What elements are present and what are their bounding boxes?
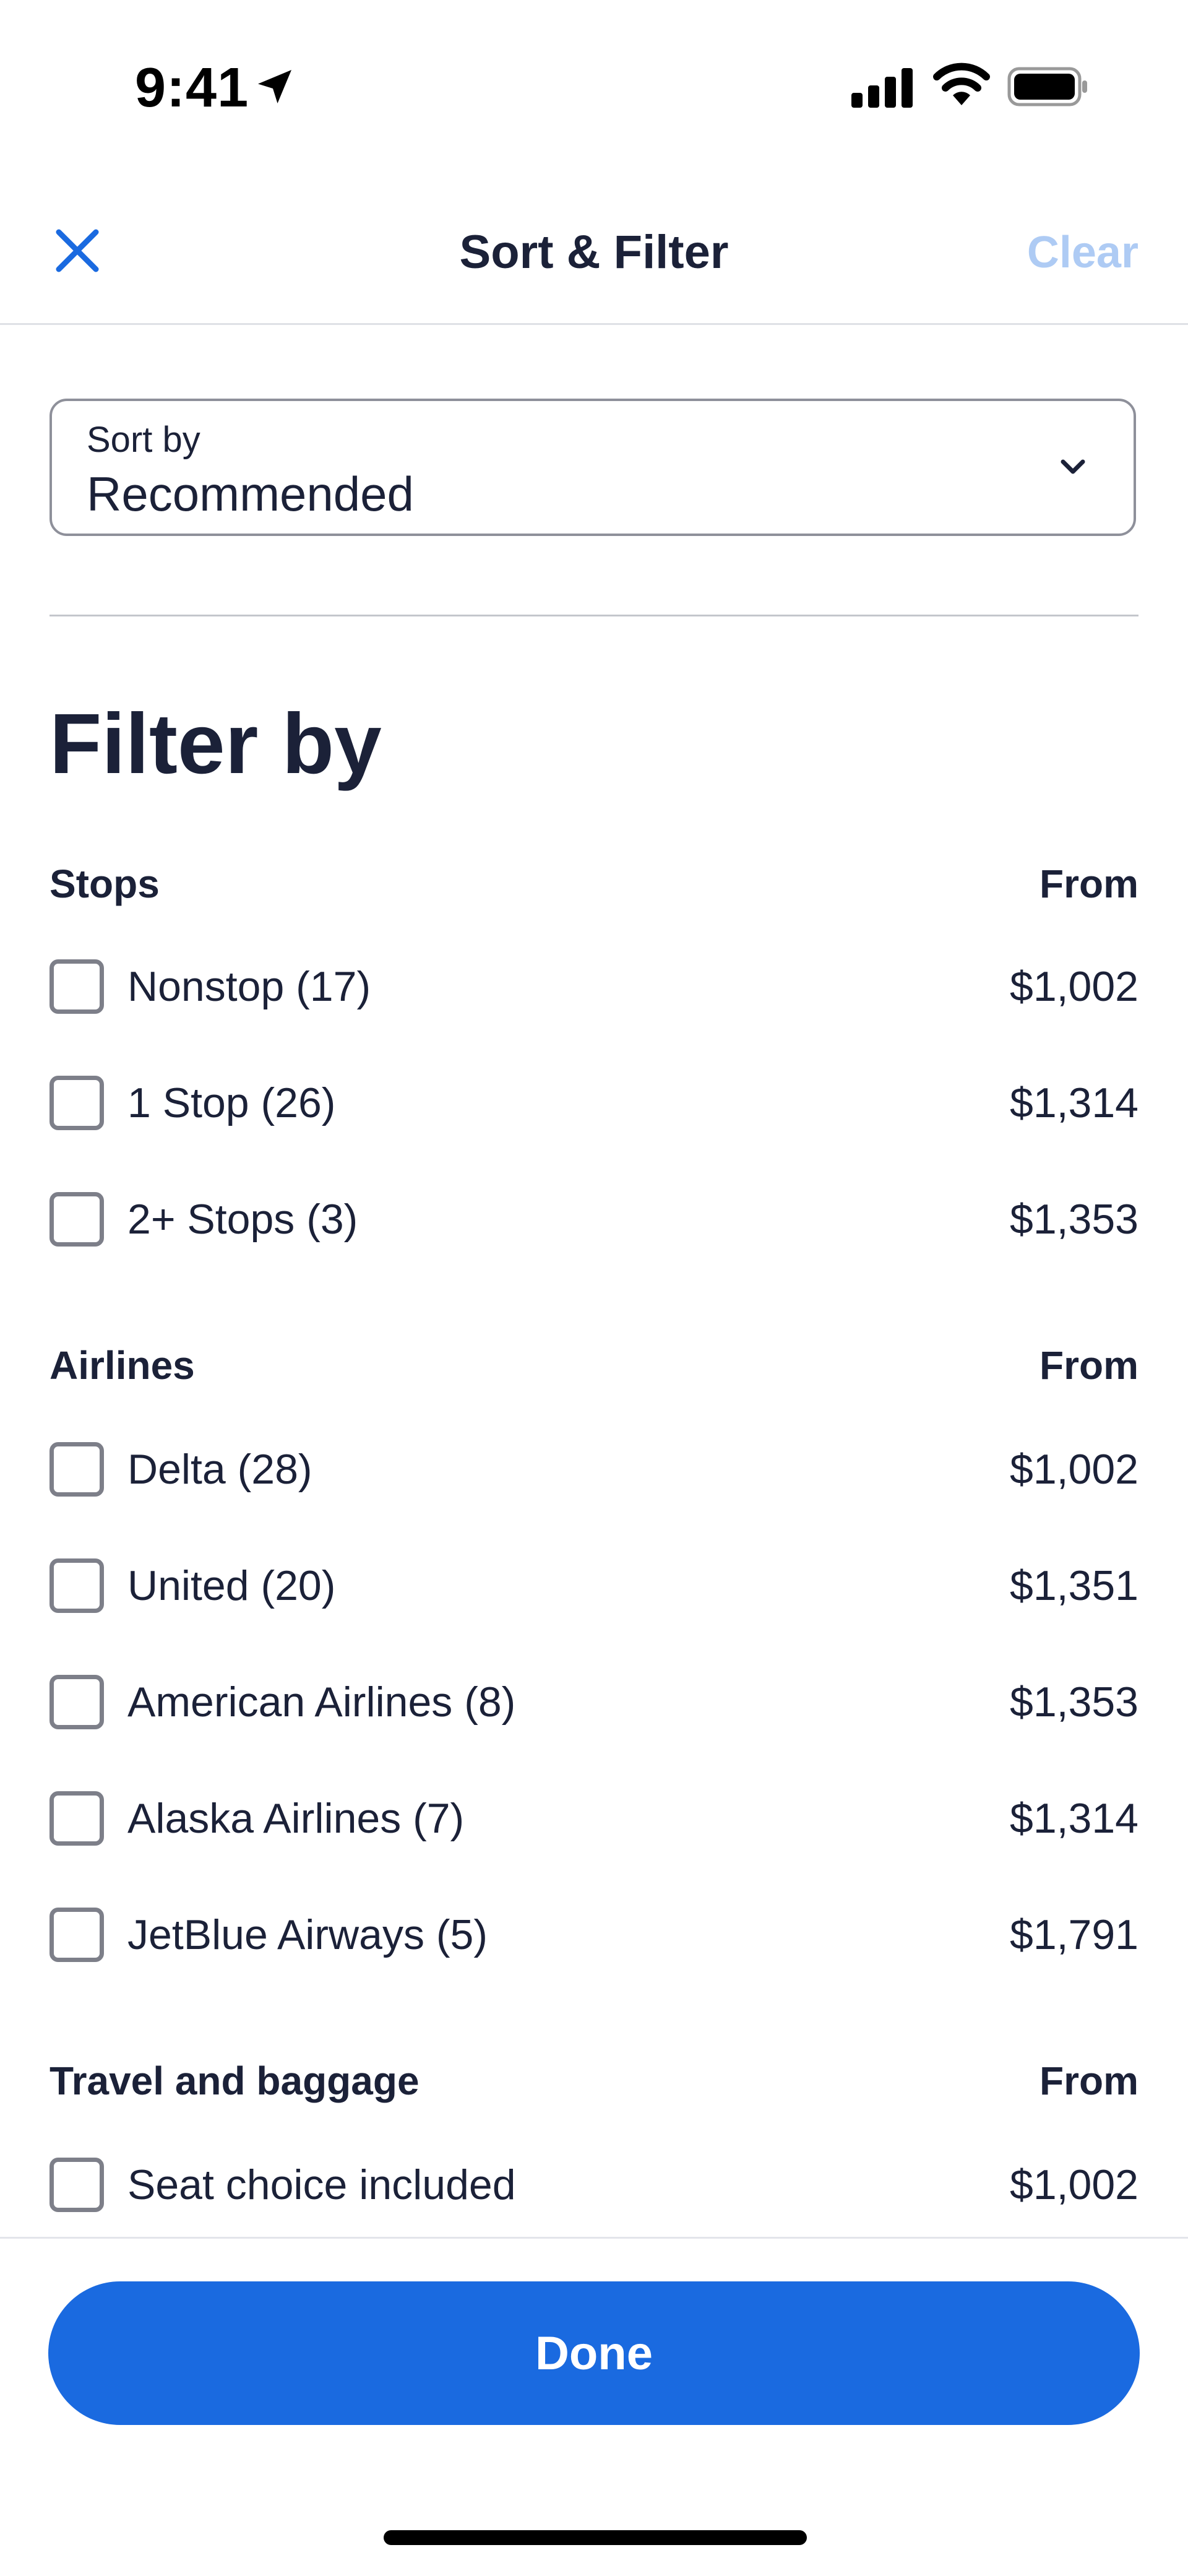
filter-option-1-stop[interactable]: 1 Stop (26) $1,314: [50, 1071, 1138, 1145]
option-label: American Airlines (8): [127, 1679, 516, 1726]
status-time: 9:41: [135, 57, 249, 119]
option-label: 2+ Stops (3): [127, 1196, 358, 1243]
header-divider: [0, 323, 1188, 325]
sort-by-select[interactable]: Sort by Recommended: [50, 399, 1136, 536]
group-from-label: From: [1040, 862, 1138, 906]
filter-option-seat-choice-included[interactable]: Seat choice included $1,002: [50, 2153, 1138, 2227]
section-divider: [50, 615, 1138, 616]
option-price: $1,314: [1010, 1079, 1138, 1126]
wifi-icon: [933, 62, 990, 110]
option-price: $1,002: [1010, 1446, 1138, 1493]
option-price: $1,353: [1010, 1679, 1138, 1726]
option-label: United (20): [127, 1562, 336, 1609]
group-title-stops: Stops: [50, 862, 160, 906]
checkbox[interactable]: [50, 1908, 104, 1962]
option-price: $1,353: [1010, 1196, 1138, 1243]
option-label: Alaska Airlines (7): [127, 1795, 465, 1842]
option-price: $1,002: [1010, 963, 1138, 1010]
option-label: Delta (28): [127, 1446, 312, 1493]
group-title-travel-and-baggage: Travel and baggage: [50, 2059, 420, 2103]
checkbox[interactable]: [50, 1076, 104, 1130]
filter-option-nonstop[interactable]: Nonstop (17) $1,002: [50, 954, 1138, 1029]
sort-by-caption: Sort by: [87, 420, 200, 460]
footer-divider: [0, 2237, 1188, 2239]
checkbox[interactable]: [50, 1192, 104, 1247]
chevron-down-icon: [1061, 459, 1085, 474]
sort-by-value: Recommended: [87, 467, 414, 521]
done-button[interactable]: Done: [48, 2281, 1140, 2425]
group-title-airlines: Airlines: [50, 1343, 195, 1388]
checkbox[interactable]: [50, 1442, 104, 1497]
option-price: $1,791: [1010, 1911, 1138, 1958]
battery-icon: [1007, 67, 1089, 110]
clear-button[interactable]: Clear: [1027, 223, 1138, 282]
page-title: Sort & Filter: [459, 226, 729, 279]
option-label: Seat choice included: [127, 2161, 516, 2208]
filter-option-american-airlines[interactable]: American Airlines (8) $1,353: [50, 1670, 1138, 1744]
option-label: Nonstop (17): [127, 963, 371, 1010]
option-label: JetBlue Airways (5): [127, 1911, 488, 1958]
group-from-label: From: [1040, 1343, 1138, 1388]
filter-option-delta[interactable]: Delta (28) $1,002: [50, 1437, 1138, 1511]
filter-option-2-plus-stops[interactable]: 2+ Stops (3) $1,353: [50, 1187, 1138, 1261]
option-label: 1 Stop (26): [127, 1079, 336, 1126]
location-arrow-icon: [252, 64, 297, 112]
checkbox[interactable]: [50, 2158, 104, 2212]
option-price: $1,002: [1010, 2161, 1138, 2208]
filter-option-united[interactable]: United (20) $1,351: [50, 1554, 1138, 1628]
checkbox[interactable]: [50, 959, 104, 1014]
filter-heading: Filter by: [50, 696, 382, 792]
checkbox[interactable]: [50, 1675, 104, 1729]
filter-option-jetblue-airways[interactable]: JetBlue Airways (5) $1,791: [50, 1903, 1138, 1977]
checkbox[interactable]: [50, 1791, 104, 1846]
home-indicator: [384, 2530, 807, 2545]
cellular-signal-icon: [851, 68, 913, 111]
filter-option-alaska-airlines[interactable]: Alaska Airlines (7) $1,314: [50, 1786, 1138, 1861]
option-price: $1,314: [1010, 1795, 1138, 1842]
option-price: $1,351: [1010, 1562, 1138, 1609]
group-from-label: From: [1040, 2059, 1138, 2103]
checkbox[interactable]: [50, 1558, 104, 1613]
